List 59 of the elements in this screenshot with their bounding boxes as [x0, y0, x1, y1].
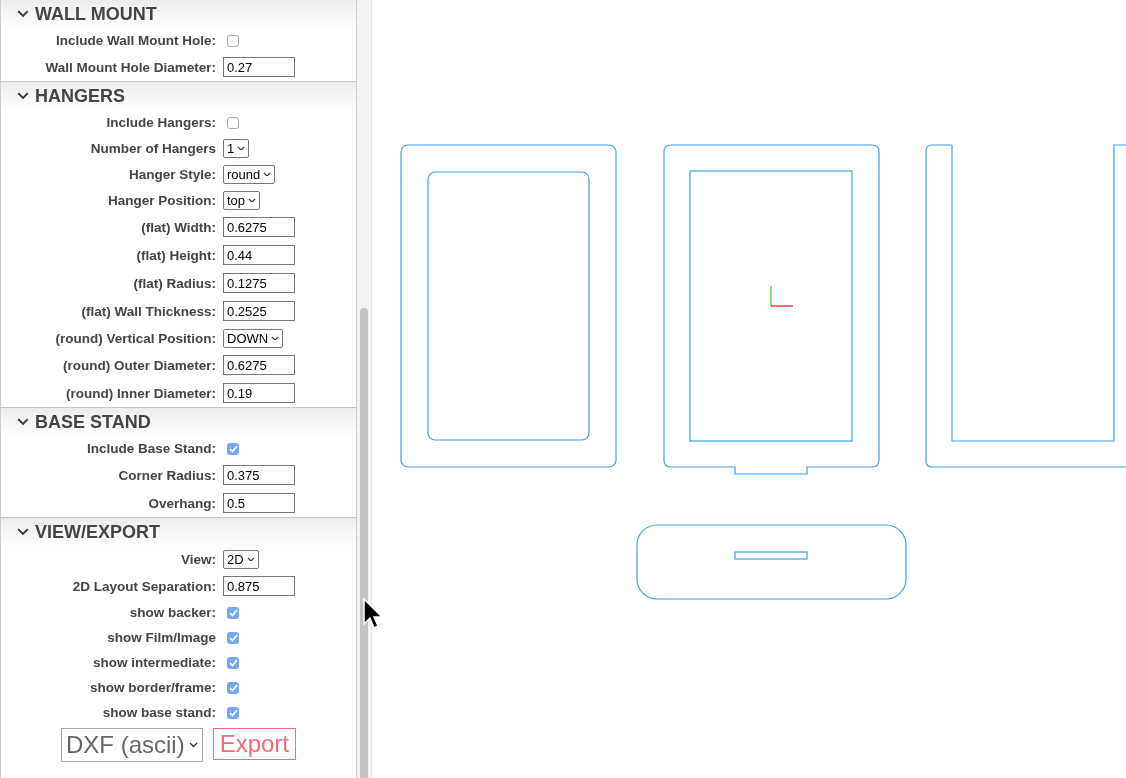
chevron-icon	[17, 10, 29, 18]
field-label: (round) Vertical Position:	[54, 330, 216, 346]
field-label: Number of Hangers	[89, 140, 216, 156]
input-field[interactable]: 0.6275	[223, 355, 295, 375]
dropdown[interactable]: DOWN	[223, 328, 284, 348]
field-label: show base stand:	[101, 705, 216, 720]
axis-marker-drawing	[770, 285, 794, 307]
input-field[interactable]: 0.19	[223, 383, 295, 403]
input-field[interactable]: 0.27	[223, 57, 295, 77]
field-label: Wall Mount Hole Diameter:	[44, 59, 216, 75]
checkbox[interactable]	[227, 34, 239, 47]
checkbox[interactable]	[227, 606, 239, 619]
field-label: (round) Inner Diameter:	[65, 385, 216, 401]
checkbox[interactable]	[227, 631, 239, 644]
input-field[interactable]: 0.5	[223, 493, 295, 513]
field-label: show border/frame:	[88, 680, 216, 695]
input-field[interactable]: 0.44	[223, 245, 295, 265]
field-label: show intermediate:	[91, 655, 216, 670]
caret-icon	[248, 197, 257, 203]
field-label: show backer:	[128, 605, 216, 620]
caret-icon	[188, 742, 198, 748]
input-field[interactable]: 0.375	[223, 465, 295, 485]
field-label: Hanger Position:	[107, 192, 216, 208]
caret-icon	[246, 556, 255, 562]
field-label: (flat) Radius:	[132, 275, 216, 291]
checkbox[interactable]	[227, 656, 239, 669]
chevron-icon	[17, 418, 29, 426]
chevron-icon	[17, 528, 29, 536]
input-field[interactable]: 0.1275	[223, 273, 295, 293]
dropdown[interactable]: round	[223, 164, 276, 184]
scrollbar-thumb[interactable]	[360, 308, 368, 778]
field-label: (flat) Width:	[140, 219, 216, 235]
field-label: Include Hangers:	[105, 115, 216, 130]
field-label: Include Wall Mount Hole:	[55, 33, 216, 48]
input-field[interactable]: 0.6275	[223, 217, 295, 237]
dropdown[interactable]: 2D	[223, 549, 259, 569]
field-label: View:	[180, 551, 216, 567]
input-field[interactable]: 0.2525	[223, 301, 295, 321]
field-label: (round) Outer Diameter:	[62, 357, 216, 373]
caret-icon	[237, 145, 246, 151]
field-label: 2D Layout Separation:	[71, 578, 216, 594]
field-label: (flat) Height:	[135, 247, 216, 263]
format-dropdown[interactable]: DXF (ascii)	[60, 728, 203, 762]
input-field[interactable]: 0.875	[223, 576, 295, 596]
caret-icon	[263, 171, 272, 177]
chevron-icon	[17, 92, 29, 100]
checkbox[interactable]	[227, 442, 239, 455]
dropdown[interactable]: 1	[223, 138, 250, 158]
field-label: Corner Radius:	[117, 467, 216, 483]
checkbox[interactable]	[227, 681, 239, 694]
field-label: Hanger Style:	[127, 166, 216, 182]
checkbox[interactable]	[227, 706, 239, 719]
dropdown[interactable]: top	[223, 190, 261, 210]
field-label: Include Base Stand:	[85, 441, 216, 456]
field-label: show Film/Image	[106, 630, 216, 645]
field-label: Overhang:	[147, 495, 216, 511]
checkbox[interactable]	[227, 116, 239, 129]
caret-icon	[271, 335, 280, 341]
field-label: (flat) Wall Thickness:	[80, 303, 216, 319]
